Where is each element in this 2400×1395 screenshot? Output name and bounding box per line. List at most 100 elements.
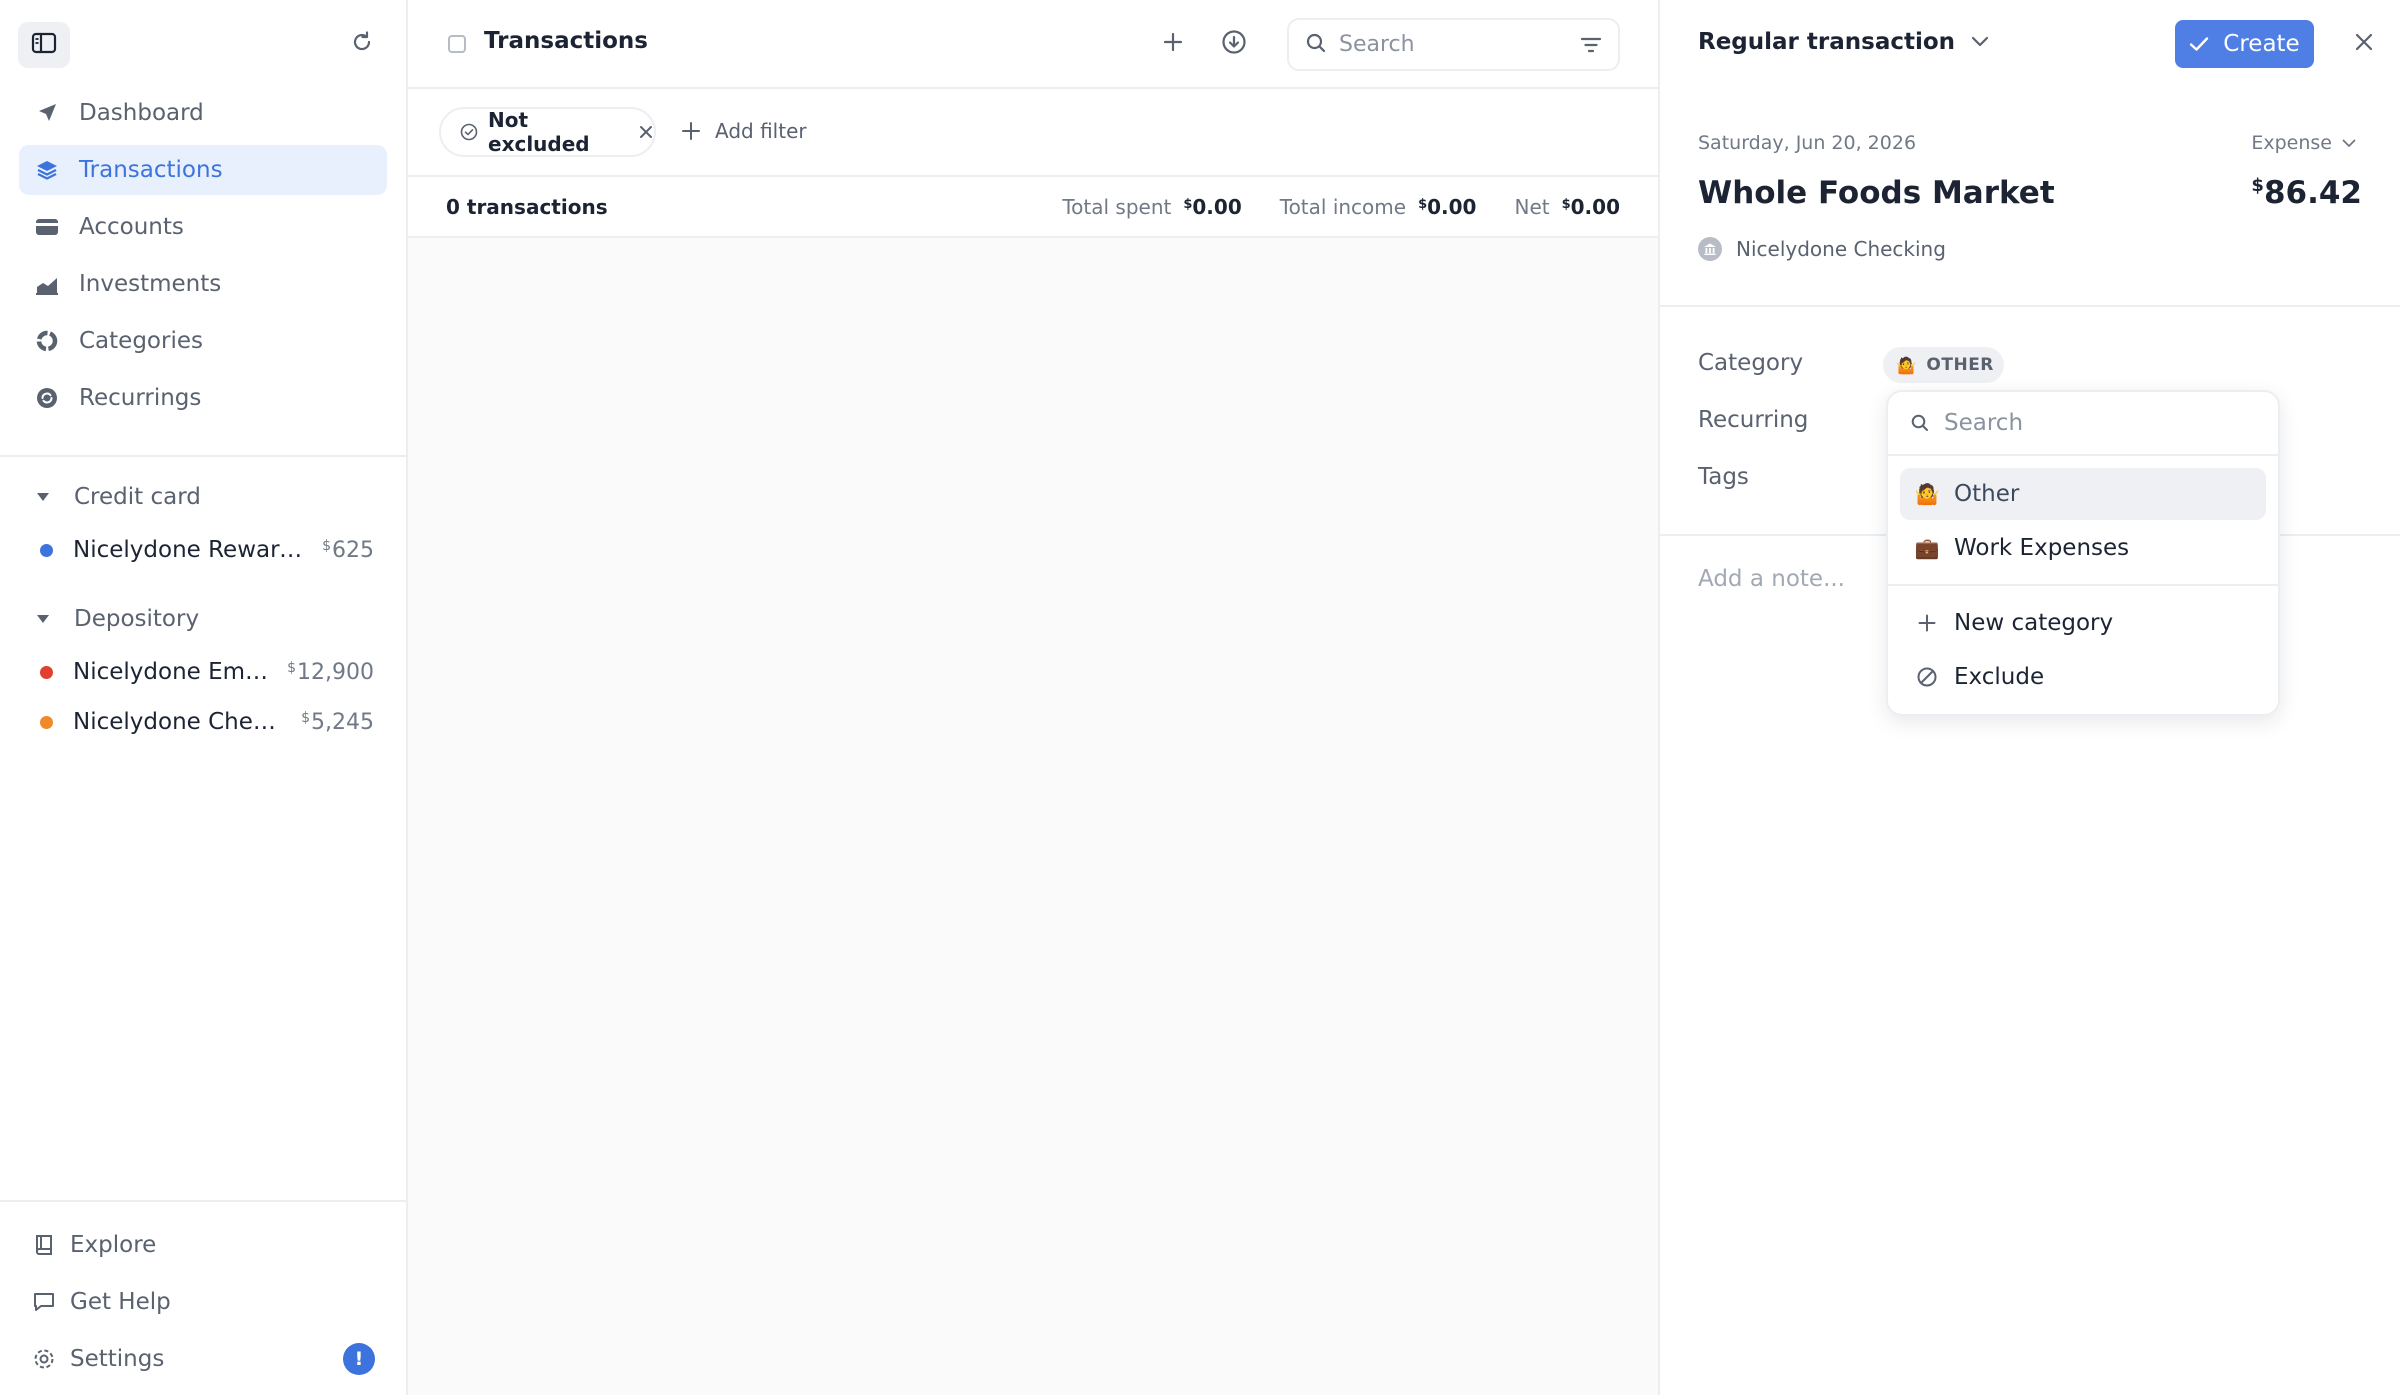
main-header: Transactions	[408, 0, 1658, 89]
filter-chip-not-excluded[interactable]: Not excluded	[439, 107, 656, 157]
download-button[interactable]	[1216, 26, 1252, 62]
page-title: Transactions	[484, 28, 648, 54]
filter-row: Not excluded Add filter	[408, 89, 1658, 177]
gear-icon	[30, 1345, 58, 1373]
sidebar-toggle-button[interactable]	[18, 22, 70, 68]
summary-stats: Total spent $0.00 Total income $0.00 Net $0…	[1062, 195, 1620, 219]
nav-item-categories[interactable]: Categories	[19, 316, 387, 366]
add-transaction-button[interactable]	[1155, 26, 1191, 62]
transactions-main: Transactions Not excluded Add filter	[408, 0, 1660, 1395]
plus-icon	[1162, 31, 1184, 57]
group-header-depository[interactable]: Depository	[0, 591, 406, 647]
main-nav: Dashboard Transactions Accounts Investme…	[0, 88, 406, 423]
nav-item-get-help[interactable]: Get Help	[0, 1273, 406, 1330]
plus-icon	[681, 121, 701, 141]
exclude-label: Exclude	[1954, 664, 2045, 690]
plus-icon	[1914, 613, 1940, 633]
caret-down-icon	[36, 612, 50, 626]
sidebar-top	[0, 0, 406, 88]
nav-label: Transactions	[79, 157, 223, 183]
recurring-label: Recurring	[1698, 407, 1809, 433]
briefcase-emoji: 💼	[1914, 536, 1940, 560]
category-option-other[interactable]: 🤷 Other	[1900, 468, 2266, 520]
panel-header: Regular transaction Create	[1660, 0, 2400, 89]
account-name: Nicelydone Checking	[1736, 237, 1946, 261]
credit-card-icon	[33, 213, 61, 241]
transaction-account[interactable]: Nicelydone Checking	[1698, 237, 1946, 261]
nav-item-settings[interactable]: Settings !	[0, 1330, 406, 1387]
sidebar-bottom: Explore Get Help Settings !	[0, 1200, 406, 1395]
search-input[interactable]	[1339, 32, 1559, 57]
transaction-type-label: Regular transaction	[1698, 29, 1956, 55]
merchant-name[interactable]: Whole Foods Market	[1698, 175, 2055, 211]
layers-icon	[33, 156, 61, 184]
account-balance: $5,245	[301, 709, 374, 735]
create-button[interactable]: Create	[2175, 20, 2314, 68]
transaction-amount[interactable]: $86.42	[2251, 175, 2362, 211]
nav-label: Categories	[79, 328, 203, 354]
group-label: Depository	[74, 606, 200, 632]
nav-label: Accounts	[79, 214, 184, 240]
sidebar: Dashboard Transactions Accounts Investme…	[0, 0, 408, 1395]
download-circle-icon	[1221, 29, 1247, 59]
nav-label: Investments	[79, 271, 222, 297]
prohibit-icon	[1914, 666, 1940, 688]
nav-item-transactions[interactable]: Transactions	[19, 145, 387, 195]
total-spent: Total spent $0.00	[1062, 195, 1242, 219]
account-item[interactable]: Nicelydone Emer... $12,900	[0, 647, 406, 697]
category-search-input[interactable]	[1944, 410, 2244, 436]
chart-area-icon	[33, 270, 61, 298]
account-color-dot	[40, 665, 53, 679]
group-header-credit-card[interactable]: Credit card	[0, 469, 406, 525]
recurring-icon	[33, 384, 61, 412]
category-option-work-expenses[interactable]: 💼 Work Expenses	[1900, 522, 2266, 574]
check-icon	[2189, 36, 2209, 52]
chevron-down-icon	[2342, 139, 2356, 148]
account-name: Nicelydone Reward...	[73, 537, 307, 563]
add-filter-button[interactable]: Add filter	[681, 119, 807, 143]
search-icon	[1305, 32, 1327, 58]
account-name: Nicelydone Emer...	[73, 659, 272, 685]
nav-item-investments[interactable]: Investments	[19, 259, 387, 309]
search-icon	[1910, 413, 1930, 433]
nav-item-explore[interactable]: Explore	[0, 1216, 406, 1273]
filter-chip-label: Not excluded	[488, 108, 590, 156]
transaction-count: 0 transactions	[446, 195, 608, 219]
refresh-button[interactable]	[346, 28, 378, 60]
transaction-date[interactable]: Saturday, Jun 20, 2026	[1698, 132, 1916, 154]
transaction-kind-select[interactable]: Expense	[2251, 132, 2356, 154]
category-chip[interactable]: 🤷 OTHER	[1883, 347, 2004, 383]
nav-item-recurrings[interactable]: Recurrings	[19, 373, 387, 423]
chevron-down-icon	[1971, 36, 1989, 48]
account-item[interactable]: Nicelydone Reward... $625	[0, 525, 406, 575]
nav-item-accounts[interactable]: Accounts	[19, 202, 387, 252]
account-color-dot	[40, 543, 53, 557]
new-category-button[interactable]: New category	[1900, 596, 2266, 650]
close-panel-button[interactable]	[2348, 28, 2380, 60]
navigation-arrow-icon	[33, 99, 61, 127]
category-dropdown: 🤷 Other 💼 Work Expenses New category Exc…	[1886, 390, 2280, 716]
tags-label: Tags	[1698, 464, 1749, 490]
nav-label: Get Help	[70, 1288, 171, 1315]
category-option-label: Other	[1954, 481, 2020, 507]
select-all-checkbox[interactable]	[448, 35, 466, 53]
transaction-type-select[interactable]: Regular transaction	[1698, 29, 1989, 55]
exclude-button[interactable]: Exclude	[1900, 650, 2266, 704]
account-item[interactable]: Nicelydone Check... $5,245	[0, 697, 406, 747]
nav-label: Settings	[70, 1345, 165, 1372]
nav-item-dashboard[interactable]: Dashboard	[19, 88, 387, 138]
remove-filter-icon[interactable]	[638, 124, 654, 140]
category-search	[1888, 392, 2278, 456]
nav-label: Recurrings	[79, 385, 202, 411]
group-label: Credit card	[74, 484, 201, 510]
new-category-label: New category	[1954, 610, 2114, 636]
category-label: Category	[1698, 350, 1804, 376]
filter-lines-icon[interactable]	[1580, 35, 1602, 55]
transaction-kind-label: Expense	[2251, 132, 2332, 154]
category-option-label: Work Expenses	[1954, 535, 2130, 561]
create-label: Create	[2223, 31, 2300, 57]
category-value: OTHER	[1926, 355, 1994, 375]
caret-down-icon	[36, 490, 50, 504]
shrug-emoji: 🤷	[1914, 482, 1940, 506]
close-icon	[2354, 32, 2374, 56]
